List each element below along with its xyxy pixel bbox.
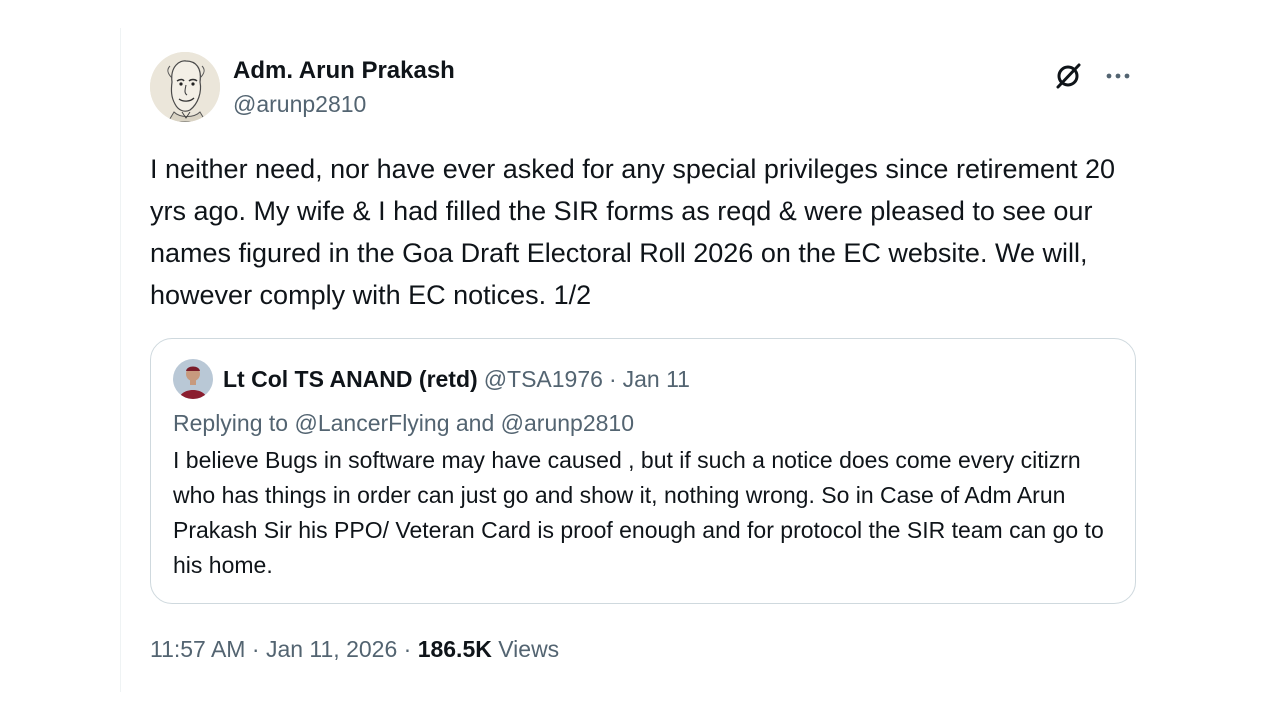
quote-author-avatar[interactable] (173, 359, 213, 399)
tweet-footer: 11:57 AM · Jan 11, 2026 · 186.5K Views (150, 634, 1136, 664)
tweet: Adm. Arun Prakash @arunp2810 I neither n… (150, 52, 1136, 664)
tweet-text: I neither need, nor have ever asked for … (150, 154, 1116, 310)
header-actions (1050, 58, 1136, 94)
author-avatar[interactable] (150, 52, 220, 122)
replying-and: and (455, 410, 495, 436)
footer-separator-2: · (403, 636, 412, 662)
author-display-name[interactable]: Adm. Arun Prakash (233, 57, 455, 85)
quote-author-handle[interactable]: @TSA1976 (484, 366, 603, 393)
views-count[interactable]: 186.5K (418, 636, 492, 662)
replying-prefix: Replying to (173, 410, 289, 436)
quote-date[interactable]: Jan 11 (623, 366, 690, 393)
timeline-divider (120, 28, 121, 692)
replying-mention-arunp2810[interactable]: @arunp2810 (501, 410, 634, 436)
author-names: Adm. Arun Prakash @arunp2810 (233, 57, 455, 117)
grok-icon[interactable] (1050, 58, 1086, 94)
quote-meta-separator: · (608, 365, 617, 392)
author-handle[interactable]: @arunp2810 (233, 91, 455, 117)
quote-header: Lt Col TS ANAND (retd) @TSA1976 · Jan 11 (173, 357, 1113, 401)
footer-separator-1: · (251, 636, 260, 662)
quote-author-display-name[interactable]: Lt Col TS ANAND (retd) (223, 366, 478, 393)
tweet-page: Adm. Arun Prakash @arunp2810 I neither n… (0, 0, 1280, 720)
caricature-portrait (150, 52, 220, 122)
tweet-date[interactable]: Jan 11, 2026 (266, 636, 397, 662)
more-icon[interactable] (1100, 58, 1136, 94)
quote-avatar-photo (173, 359, 213, 399)
replying-to: Replying to @LancerFlying and @arunp2810 (173, 407, 1113, 439)
replying-mention-lancerflying[interactable]: @LancerFlying (294, 410, 449, 436)
views-label: Views (498, 636, 560, 662)
quote-text: I believe Bugs in software may have caus… (173, 447, 1104, 578)
tweet-header: Adm. Arun Prakash @arunp2810 (150, 52, 1136, 124)
quoted-tweet[interactable]: Lt Col TS ANAND (retd) @TSA1976 · Jan 11… (150, 338, 1136, 604)
tweet-time[interactable]: 11:57 AM (150, 636, 245, 662)
